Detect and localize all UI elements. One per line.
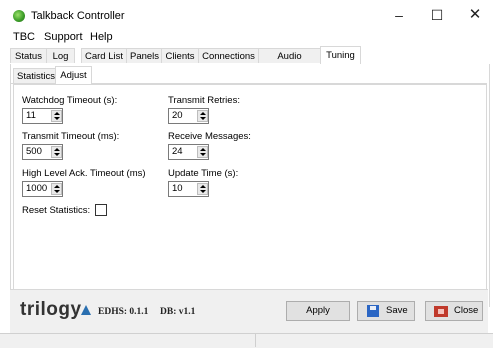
receive-messages-value: 24 xyxy=(172,146,183,157)
reset-statistics-checkbox[interactable] xyxy=(95,204,107,216)
db-version: DB: v1.1 xyxy=(160,307,196,317)
status-bar xyxy=(0,333,493,348)
update-time-label: Update Time (s): xyxy=(168,168,239,179)
subtab-adjust[interactable]: Adjust xyxy=(55,66,92,84)
transmit-timeout-label: Transmit Timeout (ms): xyxy=(22,131,120,142)
save-button-label: Save xyxy=(386,305,408,316)
watchdog-timeout-spinner[interactable]: 11 xyxy=(22,108,63,124)
update-time-value: 10 xyxy=(172,183,183,194)
tab-clients[interactable]: Clients xyxy=(161,48,199,63)
tab-card-list[interactable]: Card List xyxy=(81,48,127,63)
trilogy-logo-triangle-icon xyxy=(81,305,91,315)
spinner-arrows-icon[interactable] xyxy=(197,183,208,195)
transmit-timeout-value: 500 xyxy=(26,146,42,157)
receive-messages-spinner[interactable]: 24 xyxy=(168,144,209,160)
status-bar-separator xyxy=(255,334,256,347)
watchdog-timeout-value: 11 xyxy=(26,110,36,121)
menu-item-help[interactable]: Help xyxy=(90,31,113,43)
close-button-label: Close xyxy=(454,305,479,316)
tab-tuning[interactable]: Tuning xyxy=(320,46,361,64)
close-window-button[interactable]: ✕ xyxy=(457,4,493,26)
talkback-app-icon xyxy=(13,10,25,22)
save-button[interactable]: Save xyxy=(357,301,415,321)
transmit-retries-label: Transmit Retries: xyxy=(168,95,240,106)
receive-messages-label: Receive Messages: xyxy=(168,131,251,142)
spinner-arrows-icon[interactable] xyxy=(51,146,62,158)
transmit-retries-value: 20 xyxy=(172,110,183,121)
edhs-version: EDHS: 0.1.1 xyxy=(98,307,149,317)
apply-button[interactable]: Apply xyxy=(286,301,350,321)
subtab-statistics[interactable]: Statistics xyxy=(13,68,56,83)
floppy-disk-icon xyxy=(367,305,379,317)
maximize-button[interactable]: ☐ xyxy=(419,4,455,26)
transmit-timeout-spinner[interactable]: 500 xyxy=(22,144,63,160)
window-title: Talkback Controller xyxy=(31,10,125,22)
spinner-arrows-icon[interactable] xyxy=(51,183,62,195)
spinner-arrows-icon[interactable] xyxy=(51,110,62,122)
watchdog-timeout-label: Watchdog Timeout (s): xyxy=(22,95,118,106)
update-time-spinner[interactable]: 10 xyxy=(168,181,209,197)
high-level-ack-spinner[interactable]: 1000 xyxy=(22,181,63,197)
tab-connections[interactable]: Connections xyxy=(198,48,259,63)
high-level-ack-value: 1000 xyxy=(26,183,48,194)
close-button[interactable]: Close xyxy=(425,301,483,321)
tab-status[interactable]: Status xyxy=(10,48,47,63)
menu-item-support[interactable]: Support xyxy=(44,31,83,43)
tab-log[interactable]: Log xyxy=(46,48,75,63)
transmit-retries-spinner[interactable]: 20 xyxy=(168,108,209,124)
tab-panels[interactable]: Panels xyxy=(126,48,162,63)
reset-statistics-label: Reset Statistics: xyxy=(22,205,91,216)
menu-item-tbc[interactable]: TBC xyxy=(13,31,35,43)
spinner-arrows-icon[interactable] xyxy=(197,110,208,122)
tab-audio-routes[interactable]: Audio Routes xyxy=(258,48,321,77)
trilogy-logo: trilogy xyxy=(20,299,82,320)
close-window-icon xyxy=(434,306,448,317)
apply-button-label: Apply xyxy=(306,305,330,316)
minimize-button[interactable]: – xyxy=(381,4,417,26)
spinner-arrows-icon[interactable] xyxy=(197,146,208,158)
adjust-content xyxy=(13,84,487,298)
high-level-ack-label: High Level Ack. Timeout (ms) xyxy=(22,168,146,179)
